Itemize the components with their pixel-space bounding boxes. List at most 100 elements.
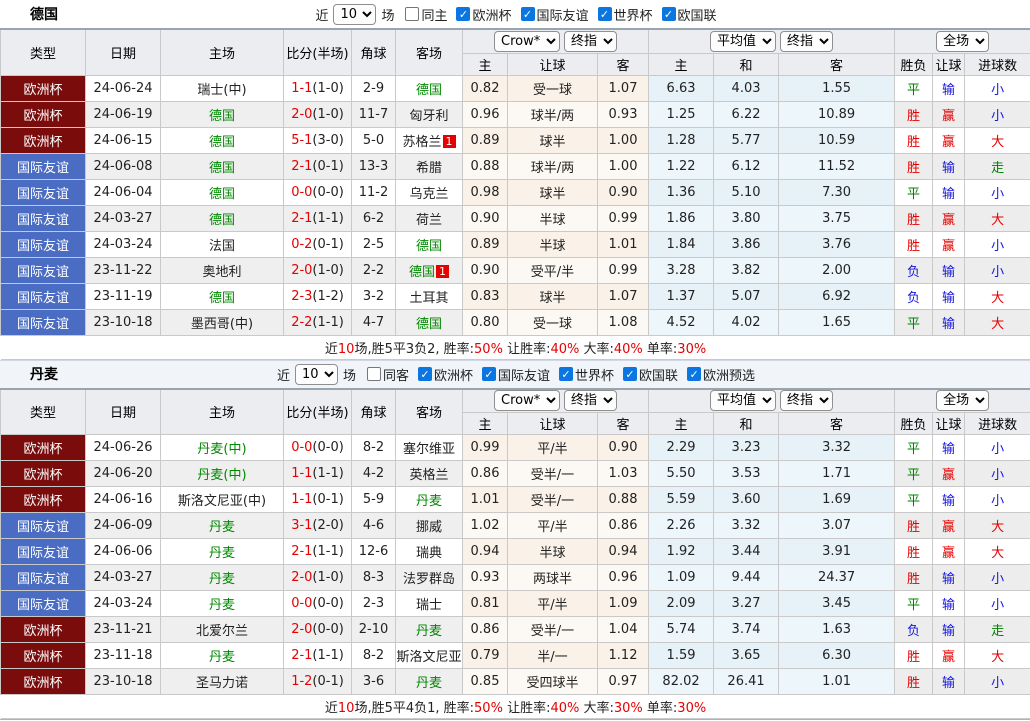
avg-home-cell: 1.09 — [649, 565, 714, 591]
match-row: 国际友谊24-03-24丹麦0-0(0-0)2-3瑞士0.81平/半1.092.… — [1, 591, 1030, 617]
odds-home-cell: 0.99 — [463, 435, 508, 461]
fulltime-score: 2-0 — [291, 263, 312, 278]
handicap-result-cell: 输 — [933, 153, 965, 179]
avg-selects-cell: 平均值终指 — [649, 389, 895, 413]
same-side-checkbox[interactable] — [405, 7, 419, 21]
league-checkbox-2[interactable]: ✓ — [598, 7, 612, 21]
recent-count-select[interactable]: 10 — [333, 4, 376, 25]
avg-source-select[interactable]: 平均值 — [710, 390, 776, 411]
halftime-score: (1-0) — [312, 570, 343, 585]
league-checkbox-0[interactable]: ✓ — [456, 7, 470, 21]
league-checkbox-0[interactable]: ✓ — [418, 367, 432, 381]
match-row: 欧洲杯24-06-20丹麦(中)1-1(1-1)4-2英格兰0.86受半/一1.… — [1, 461, 1030, 487]
avg-home-cell: 1.22 — [649, 153, 714, 179]
corners-cell: 8-2 — [352, 435, 396, 461]
odds-stage-select[interactable]: 终指 — [564, 390, 617, 411]
avg-draw-cell: 6.22 — [714, 101, 779, 127]
avg-home-cell: 1.37 — [649, 283, 714, 309]
corners-cell: 2-5 — [352, 231, 396, 257]
odds-home-cell: 1.01 — [463, 487, 508, 513]
result-cell: 平 — [895, 461, 933, 487]
score-cell: 2-1(1-1) — [284, 643, 352, 669]
recent-count-select[interactable]: 10 — [295, 364, 338, 385]
sub-column-header: 和 — [714, 53, 779, 75]
same-side-checkbox[interactable] — [367, 367, 381, 381]
fulltime-score: 2-1 — [291, 159, 312, 174]
away-team-name: 英格兰 — [409, 468, 448, 483]
odds-source-select[interactable]: Crow* — [494, 390, 560, 411]
score-cell: 5-1(3-0) — [284, 127, 352, 153]
league-cell: 欧洲杯 — [1, 487, 86, 513]
scope-select[interactable]: 全场 — [936, 390, 989, 411]
odds-away-cell: 1.03 — [598, 461, 649, 487]
handicap-result-cell: 输 — [933, 669, 965, 695]
home-team-name: 丹麦 — [209, 546, 235, 561]
avg-home-cell: 2.09 — [649, 591, 714, 617]
away-team-cell: 德国 — [396, 231, 463, 257]
date-cell: 24-06-09 — [86, 513, 161, 539]
home-team-name: 奥地利 — [202, 265, 241, 280]
odds-home-cell: 0.90 — [463, 205, 508, 231]
summary-segment: 30% — [677, 342, 706, 357]
result-cell: 负 — [895, 283, 933, 309]
odds-away-cell: 0.99 — [598, 257, 649, 283]
avg-away-cell: 7.30 — [779, 179, 895, 205]
avg-away-cell: 3.91 — [779, 539, 895, 565]
odds-home-cell: 0.86 — [463, 617, 508, 643]
sub-column-header: 进球数 — [965, 413, 1030, 435]
avg-draw-cell: 3.23 — [714, 435, 779, 461]
sub-column-header: 胜负 — [895, 413, 933, 435]
avg-away-cell: 6.92 — [779, 283, 895, 309]
goals-result-cell: 大 — [965, 127, 1030, 153]
summary-segment: 单率: — [643, 342, 678, 357]
odds-source-select[interactable]: Crow* — [494, 31, 560, 52]
avg-away-cell: 3.76 — [779, 231, 895, 257]
matches-label: 场 — [381, 5, 394, 24]
corners-cell: 8-3 — [352, 565, 396, 591]
result-cell: 平 — [895, 309, 933, 335]
odds-stage-select[interactable]: 终指 — [564, 31, 617, 52]
halftime-score: (1-1) — [312, 648, 343, 663]
avg-draw-cell: 3.80 — [714, 205, 779, 231]
date-cell: 24-06-20 — [86, 461, 161, 487]
odds-home-cell: 0.86 — [463, 461, 508, 487]
summary-segment: 30% — [614, 701, 643, 716]
halftime-score: (1-2) — [312, 289, 343, 304]
league-checkbox-2[interactable]: ✓ — [559, 367, 573, 381]
avg-stage-select[interactable]: 终指 — [780, 31, 833, 52]
corners-cell: 11-7 — [352, 101, 396, 127]
column-header: 角球 — [352, 389, 396, 435]
goals-result-cell: 小 — [965, 75, 1030, 101]
score-cell: 2-0(1-0) — [284, 101, 352, 127]
away-team-name: 匈牙利 — [409, 109, 448, 124]
column-header: 类型 — [1, 29, 86, 75]
league-checkbox-label: 欧洲杯 — [434, 365, 473, 384]
sub-column-header: 主 — [463, 413, 508, 435]
handicap-cell: 半/一 — [508, 643, 598, 669]
sub-column-header: 主 — [649, 53, 714, 75]
sub-column-header: 进球数 — [965, 53, 1030, 75]
summary-row: 近10场,胜5平3负2, 胜率:50% 让胜率:40% 大率:40% 单率:30… — [1, 335, 1030, 359]
avg-home-cell: 1.86 — [649, 205, 714, 231]
league-cell: 国际友谊 — [1, 283, 86, 309]
scope-select-cell: 全场 — [895, 389, 1030, 413]
league-checkbox-1[interactable]: ✓ — [482, 367, 496, 381]
match-row: 国际友谊24-06-09丹麦3-1(2-0)4-6挪威1.02平/半0.862.… — [1, 513, 1030, 539]
handicap-result-cell: 赢 — [933, 127, 965, 153]
avg-away-cell: 3.07 — [779, 513, 895, 539]
away-team-cell: 瑞士 — [396, 591, 463, 617]
league-cell: 国际友谊 — [1, 153, 86, 179]
league-checkbox-1[interactable]: ✓ — [521, 7, 535, 21]
league-checkbox-4[interactable]: ✓ — [687, 367, 701, 381]
summary-segment: 10 — [338, 342, 355, 357]
handicap-result-cell: 输 — [933, 565, 965, 591]
league-checkbox-3[interactable]: ✓ — [623, 367, 637, 381]
avg-source-select[interactable]: 平均值 — [710, 31, 776, 52]
avg-home-cell: 1.84 — [649, 231, 714, 257]
date-cell: 24-03-27 — [86, 565, 161, 591]
scope-select[interactable]: 全场 — [936, 31, 989, 52]
sub-column-header: 主 — [649, 413, 714, 435]
avg-stage-select[interactable]: 终指 — [780, 390, 833, 411]
date-cell: 24-06-24 — [86, 75, 161, 101]
league-checkbox-3[interactable]: ✓ — [662, 7, 676, 21]
